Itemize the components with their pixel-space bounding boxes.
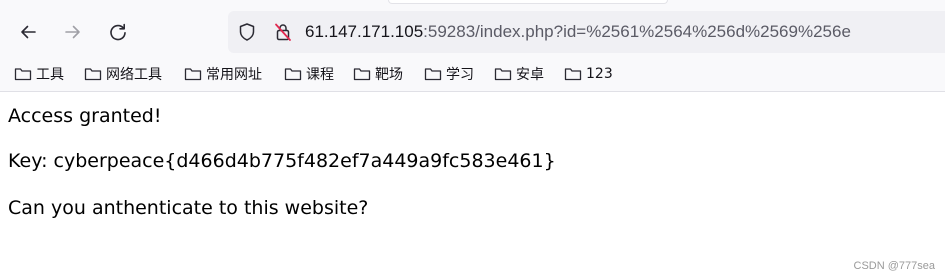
bookmarks-toolbar: 工具 网络工具 常用网址 课程 靶场 学习 安卓 123 [0,60,945,88]
browser-toolbar: 61.147.171.105:59283/index.php?id=%2561%… [0,0,945,92]
arrow-left-icon [21,25,36,39]
folder-icon [14,68,32,81]
site-security-button[interactable] [272,21,294,43]
active-tab-edge[interactable] [388,0,668,4]
access-message: Access granted! [8,105,162,127]
url-path: :59283/index.php?id=%2561%2564%256d%2569… [423,22,851,41]
folder-icon [564,68,582,81]
bookmark-folder[interactable]: 网络工具 [84,63,162,85]
bookmark-label: 123 [586,66,613,82]
bookmark-label: 网络工具 [106,67,162,83]
bookmark-label: 学习 [446,67,474,83]
bookmark-label: 安卓 [516,67,544,83]
bookmark-folder[interactable]: 学习 [424,63,474,85]
bookmark-folder[interactable]: 安卓 [494,63,544,85]
folder-icon [353,68,371,81]
bookmark-label: 工具 [36,67,64,83]
url-input[interactable]: 61.147.171.105:59283/index.php?id=%2561%… [305,21,851,43]
folder-icon [494,68,512,81]
insecure-lock-icon [275,23,291,41]
bookmark-folder[interactable]: 123 [564,63,613,85]
folder-icon [284,68,302,81]
bookmark-label: 常用网址 [206,67,262,83]
address-bar[interactable]: 61.147.171.105:59283/index.php?id=%2561%… [228,11,945,53]
url-host: 61.147.171.105 [305,22,424,41]
bookmark-folder[interactable]: 工具 [14,63,64,85]
tracking-protection-button[interactable] [236,21,258,43]
auth-question: Can you anthenticate to this website? [8,197,369,219]
bookmark-folder[interactable]: 课程 [284,63,334,85]
shield-icon [239,23,255,41]
folder-icon [84,68,102,81]
bookmark-folder[interactable]: 常用网址 [184,63,262,85]
bookmark-label: 课程 [306,67,334,83]
bookmark-folder[interactable]: 靶场 [353,63,403,85]
key-text: Key: cyberpeace{d466d4b775f482ef7a449a9f… [8,150,556,172]
watermark: CSDN @777sea [853,260,935,272]
reload-button[interactable] [102,16,134,48]
forward-button[interactable] [57,16,89,48]
arrow-right-icon [65,25,80,39]
folder-icon [184,68,202,81]
bookmark-label: 靶场 [375,67,403,83]
back-button[interactable] [12,16,44,48]
reload-icon [110,23,126,41]
folder-icon [424,68,442,81]
